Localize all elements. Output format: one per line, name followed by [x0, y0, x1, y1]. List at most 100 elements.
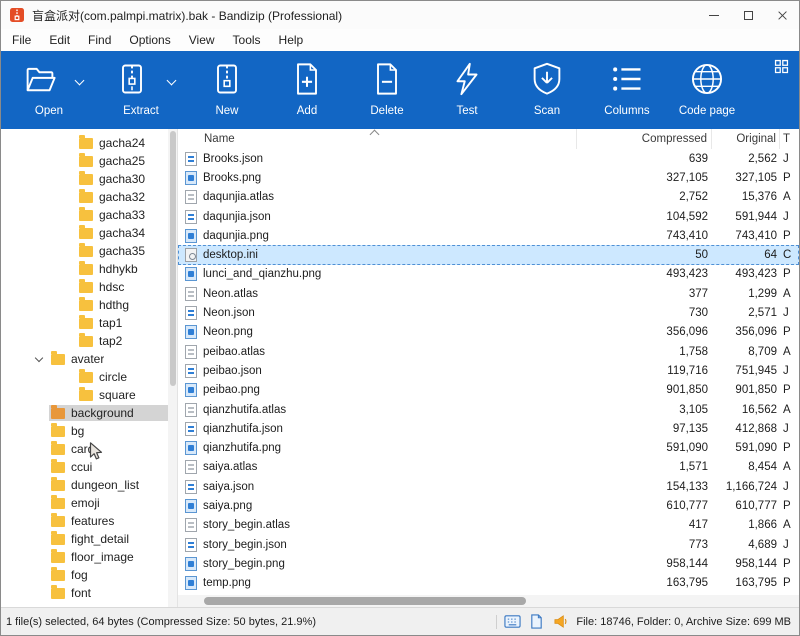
- toolbar-scan-button[interactable]: Scan: [507, 59, 587, 129]
- folder-item-features[interactable]: features: [1, 512, 177, 530]
- folder-item-circle[interactable]: circle: [1, 368, 177, 386]
- toolbar-code-page-button[interactable]: Code page: [667, 59, 747, 129]
- folder-label: dungeon_list: [71, 478, 139, 492]
- toolbar-columns-button[interactable]: Columns: [587, 59, 667, 129]
- menu-tools[interactable]: Tools: [224, 31, 270, 49]
- chevron-down-icon[interactable]: [35, 354, 43, 362]
- folder-item-tap1[interactable]: tap1: [1, 314, 177, 332]
- file-row-saiya.png[interactable]: saiya.png610,777610,777P: [178, 496, 799, 515]
- folder-item-floor_image[interactable]: floor_image: [1, 548, 177, 566]
- menu-file[interactable]: File: [3, 31, 40, 49]
- close-button[interactable]: [765, 1, 799, 29]
- toolbar-extract-button[interactable]: Extract: [95, 59, 187, 129]
- dropdown-chevron-icon[interactable]: [75, 76, 85, 86]
- folder-item-avater[interactable]: avater: [1, 350, 177, 368]
- file-row-saiya.atlas[interactable]: saiya.atlas1,5718,454A: [178, 458, 799, 477]
- folder-label: font: [71, 586, 91, 600]
- folder-label: hdthg: [99, 298, 129, 312]
- folder-item-fight_detail[interactable]: fight_detail: [1, 530, 177, 548]
- folder-item-square[interactable]: square: [1, 386, 177, 404]
- toolbar-button-label: Open: [35, 105, 63, 117]
- file-row-Neon.json[interactable]: Neon.json7302,571J: [178, 303, 799, 322]
- column-headers: NameCompressedOriginalT: [178, 129, 799, 149]
- folder-item-gacha30[interactable]: gacha30: [1, 170, 177, 188]
- folder-item-hdthg[interactable]: hdthg: [1, 296, 177, 314]
- titlebar[interactable]: 盲盒派对(com.palmpi.matrix).bak - Bandizip (…: [1, 1, 799, 29]
- file-row-daqunjia.png[interactable]: daqunjia.png743,410743,410P: [178, 226, 799, 245]
- file-original-size: 1,866: [712, 519, 780, 531]
- file-row-Neon.atlas[interactable]: Neon.atlas3771,299A: [178, 284, 799, 303]
- folder-item-gacha32[interactable]: gacha32: [1, 188, 177, 206]
- file-row-saiya.json[interactable]: saiya.json154,1331,166,724J: [178, 477, 799, 496]
- folder-item-font[interactable]: font: [1, 584, 177, 602]
- menu-options[interactable]: Options: [120, 31, 179, 49]
- file-type: P: [780, 500, 799, 512]
- sidebar-scrollbar-thumb[interactable]: [170, 131, 176, 386]
- file-type: P: [780, 268, 799, 280]
- filelist-horizontal-scrollbar[interactable]: [178, 595, 799, 607]
- minimize-button[interactable]: [697, 1, 731, 29]
- statusbar-separator: [496, 615, 497, 629]
- folder-item-card[interactable]: card: [1, 440, 177, 458]
- folder-item-hdsc[interactable]: hdsc: [1, 278, 177, 296]
- file-row-Brooks.png[interactable]: Brooks.png327,105327,105P: [178, 168, 799, 187]
- file-row-desktop.ini[interactable]: desktop.ini5064C: [178, 245, 799, 264]
- folder-item-tap2[interactable]: tap2: [1, 332, 177, 350]
- new-archive-icon: [209, 61, 245, 97]
- menu-edit[interactable]: Edit: [40, 31, 79, 49]
- folder-icon: [79, 246, 93, 257]
- file-type: J: [780, 481, 799, 493]
- folder-item-bg[interactable]: bg: [1, 422, 177, 440]
- folder-item-hdhykb[interactable]: hdhykb: [1, 260, 177, 278]
- file-row-lunci_and_qianzhu.png[interactable]: lunci_and_qianzhu.png493,423493,423P: [178, 265, 799, 284]
- file-row-qianzhutifa.png[interactable]: qianzhutifa.png591,090591,090P: [178, 438, 799, 457]
- folder-item-dungeon_list[interactable]: dungeon_list: [1, 476, 177, 494]
- file-row-peibao.atlas[interactable]: peibao.atlas1,7588,709A: [178, 342, 799, 361]
- file-row-daqunjia.atlas[interactable]: daqunjia.atlas2,75215,376A: [178, 188, 799, 207]
- folder-item-gacha34[interactable]: gacha34: [1, 224, 177, 242]
- toolbar-delete-button[interactable]: Delete: [347, 59, 427, 129]
- file-row-story_begin.png[interactable]: story_begin.png958,144958,144P: [178, 554, 799, 573]
- column-header-t[interactable]: T: [780, 129, 799, 149]
- folder-item-gacha25[interactable]: gacha25: [1, 152, 177, 170]
- file-row-qianzhutifa.json[interactable]: qianzhutifa.json97,135412,868J: [178, 419, 799, 438]
- folder-icon: [51, 480, 65, 491]
- file-row-peibao.png[interactable]: peibao.png901,850901,850P: [178, 381, 799, 400]
- dropdown-chevron-icon[interactable]: [167, 76, 177, 86]
- file-row-temp.png[interactable]: temp.png163,795163,795P: [178, 574, 799, 593]
- menu-view[interactable]: View: [180, 31, 224, 49]
- column-header-compressed[interactable]: Compressed: [577, 129, 712, 149]
- toolbar-add-button[interactable]: Add: [267, 59, 347, 129]
- sidebar-vertical-scrollbar[interactable]: [168, 129, 177, 607]
- layout-toggle-button[interactable]: [773, 58, 790, 75]
- toolbar-open-button[interactable]: Open: [3, 59, 95, 129]
- file-row-story_begin.atlas[interactable]: story_begin.atlas4171,866A: [178, 516, 799, 535]
- menu-help[interactable]: Help: [270, 31, 313, 49]
- menu-find[interactable]: Find: [79, 31, 120, 49]
- toolbar-test-button[interactable]: Test: [427, 59, 507, 129]
- file-row-peibao.json[interactable]: peibao.json119,716751,945J: [178, 361, 799, 380]
- file-compressed-size: 104,592: [577, 211, 712, 223]
- file-row-daqunjia.json[interactable]: daqunjia.json104,592591,944J: [178, 207, 799, 226]
- close-icon: [777, 10, 788, 21]
- file-original-size: 327,105: [712, 172, 780, 184]
- maximize-button[interactable]: [731, 1, 765, 29]
- column-header-name[interactable]: Name: [178, 129, 577, 149]
- folder-icon: [79, 318, 93, 329]
- file-row-Neon.png[interactable]: Neon.png356,096356,096P: [178, 323, 799, 342]
- folder-item-gacha33[interactable]: gacha33: [1, 206, 177, 224]
- folder-item-emoji[interactable]: emoji: [1, 494, 177, 512]
- folder-item-fog[interactable]: fog: [1, 566, 177, 584]
- file-row-Brooks.json[interactable]: Brooks.json6392,562J: [178, 149, 799, 168]
- folder-icon: [51, 552, 65, 563]
- folder-item-gacha24[interactable]: gacha24: [1, 134, 177, 152]
- toolbar-new-button[interactable]: New: [187, 59, 267, 129]
- column-header-original[interactable]: Original: [712, 129, 780, 149]
- file-row-qianzhutifa.atlas[interactable]: qianzhutifa.atlas3,10516,562A: [178, 400, 799, 419]
- filelist-scrollbar-thumb[interactable]: [204, 597, 526, 605]
- file-row-story_begin.json[interactable]: story_begin.json7734,689J: [178, 535, 799, 554]
- folder-item-gacha35[interactable]: gacha35: [1, 242, 177, 260]
- file-compressed-size: 417: [577, 519, 712, 531]
- folder-item-background[interactable]: background: [1, 404, 177, 422]
- folder-item-ccui[interactable]: ccui: [1, 458, 177, 476]
